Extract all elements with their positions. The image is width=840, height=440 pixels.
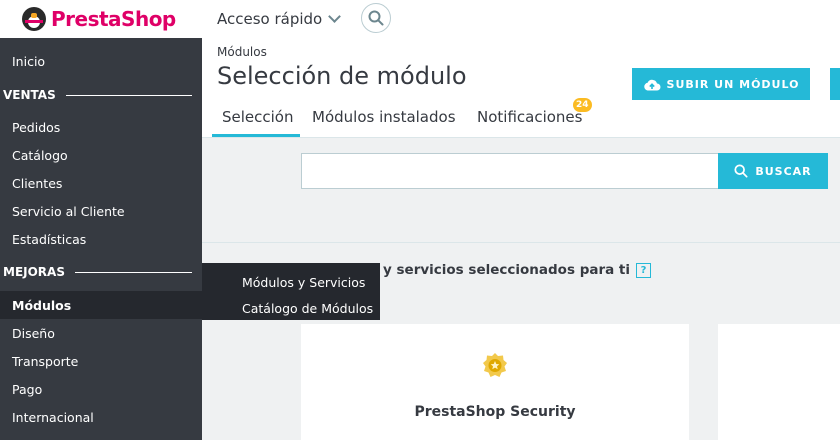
- brand-name: PrestaShop: [51, 7, 176, 31]
- section-title-text: y servicios seleccionados para ti: [383, 262, 631, 278]
- sidebar-item-label: Catálogo: [12, 147, 68, 163]
- tab-label: Selección: [222, 108, 294, 126]
- sidebar-item-label: Internacional: [12, 409, 94, 425]
- page-title: Selección de módulo: [217, 62, 467, 90]
- sidebar-item-label: Módulos: [12, 297, 72, 313]
- modules-submenu: Módulos y Servicios Catálogo de Módulos: [202, 263, 380, 320]
- search-button-label: BUSCAR: [755, 164, 812, 178]
- tab-modulos-instalados[interactable]: Módulos instalados: [312, 108, 456, 137]
- quick-access-dropdown[interactable]: Acceso rápido: [217, 9, 342, 28]
- sidebar-item-internacional[interactable]: Internacional: [0, 403, 202, 431]
- module-card-partial[interactable]: [718, 324, 840, 440]
- tab-seleccion[interactable]: Selección: [212, 108, 300, 137]
- content-divider: [202, 242, 840, 243]
- brand-logo[interactable]: PrestaShop: [22, 7, 176, 31]
- sidebar-item-servicio-cliente[interactable]: Servicio al Cliente: [0, 197, 202, 225]
- breadcrumb[interactable]: Módulos: [217, 45, 267, 59]
- search-button[interactable]: BUSCAR: [718, 153, 828, 189]
- sidebar-section-label: VENTAS: [3, 88, 56, 102]
- security-badge-icon: [483, 353, 507, 377]
- submenu-item-label: Catálogo de Módulos: [242, 300, 374, 316]
- upload-module-button[interactable]: SUBIR UN MÓDULO: [632, 68, 810, 100]
- sidebar-item-label: Servicio al Cliente: [12, 203, 125, 219]
- notifications-count-badge: 24: [573, 98, 592, 112]
- upload-module-label: SUBIR UN MÓDULO: [666, 77, 800, 91]
- sidebar-item-clientes[interactable]: Clientes: [0, 169, 202, 197]
- search-icon: [734, 164, 748, 178]
- sidebar-item-pedidos[interactable]: Pedidos: [0, 113, 202, 141]
- module-card[interactable]: PrestaShop Security: [301, 324, 689, 440]
- sidebar-item-diseno[interactable]: Diseño: [0, 319, 202, 347]
- sidebar-item-estadisticas[interactable]: Estadísticas: [0, 225, 202, 253]
- sidebar-item-transporte[interactable]: Transporte: [0, 347, 202, 375]
- sidebar-item-catalogo[interactable]: Catálogo: [0, 141, 202, 169]
- sidebar-item-modulos[interactable]: Módulos: [0, 291, 202, 319]
- chevron-down-icon: [328, 9, 342, 23]
- sidebar-section-mejoras: MEJORAS: [0, 262, 202, 282]
- sidebar-item-label: Inicio: [12, 53, 46, 69]
- header-search-button[interactable]: [361, 3, 391, 33]
- help-icon[interactable]: ?: [636, 262, 652, 278]
- tab-label: Módulos instalados: [312, 108, 456, 126]
- submenu-item-catalogo-modulos[interactable]: Catálogo de Módulos: [202, 295, 380, 321]
- tab-notificaciones[interactable]: Notificaciones: [477, 108, 582, 137]
- tab-label: Notificaciones: [477, 108, 583, 126]
- submenu-item-label: Módulos y Servicios: [242, 274, 366, 290]
- section-divider: [65, 94, 192, 96]
- sidebar-section-ventas: VENTAS: [0, 85, 202, 105]
- sidebar-item-pago[interactable]: Pago: [0, 375, 202, 403]
- sidebar-item-label: Clientes: [12, 175, 63, 191]
- cloud-upload-icon: [643, 79, 661, 90]
- sidebar-item-inicio[interactable]: Inicio: [0, 47, 202, 75]
- secondary-header-button[interactable]: [830, 68, 840, 100]
- search-icon: [368, 10, 384, 26]
- section-divider: [74, 271, 192, 273]
- top-bar: PrestaShop Acceso rápido: [0, 0, 840, 38]
- puffin-logo-icon: [22, 7, 46, 31]
- sidebar-item-label: Pedidos: [12, 119, 61, 135]
- sidebar-section-label: MEJORAS: [3, 265, 65, 279]
- quick-access-label: Acceso rápido: [217, 10, 323, 28]
- module-card-title: PrestaShop Security: [414, 404, 576, 420]
- section-title: y servicios seleccionados para ti ?: [383, 262, 652, 278]
- page-header: Módulos Selección de módulo SUBIR UN MÓD…: [202, 38, 840, 138]
- sidebar-item-label: Diseño: [12, 325, 55, 341]
- sidebar-item-label: Transporte: [12, 353, 79, 369]
- sidebar-item-label: Pago: [12, 381, 43, 397]
- sidebar-item-label: Estadísticas: [12, 231, 87, 247]
- module-search-input[interactable]: [301, 153, 719, 189]
- sidebar: Inicio VENTAS Pedidos Catálogo Clientes …: [0, 38, 202, 440]
- submenu-item-modulos-servicios[interactable]: Módulos y Servicios: [202, 269, 380, 295]
